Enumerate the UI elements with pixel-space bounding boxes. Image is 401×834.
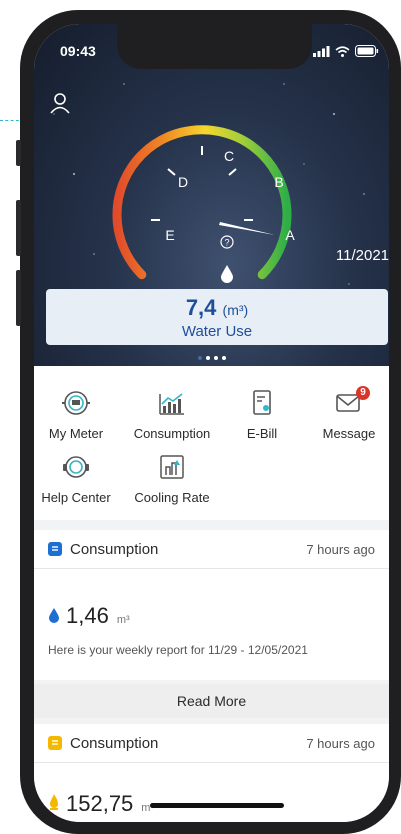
meter-icon bbox=[62, 391, 90, 415]
card-timestamp: 7 hours ago bbox=[306, 541, 375, 557]
message-count-badge: 9 bbox=[356, 386, 370, 400]
water-drop-icon bbox=[221, 265, 233, 283]
app-screen: 09:43 E D C B A ? 11/2021 7,4 (m³) Water… bbox=[34, 24, 389, 822]
phone-frame: 09:43 E D C B A ? 11/2021 7,4 (m³) Water… bbox=[16, 10, 401, 834]
menu-cooling-rate[interactable]: Cooling Rate bbox=[127, 452, 217, 505]
reading-value: 152,75 bbox=[66, 791, 134, 816]
menu-e-bill[interactable]: E-Bill bbox=[217, 388, 307, 441]
help-center-icon bbox=[63, 456, 89, 478]
menu-label: Help Center bbox=[41, 490, 111, 505]
user-profile-icon[interactable] bbox=[50, 92, 70, 114]
volume-up-button bbox=[16, 200, 21, 256]
card-title: Consumption bbox=[70, 540, 159, 558]
document-icon bbox=[48, 542, 62, 556]
menu-label: Cooling Rate bbox=[134, 490, 210, 505]
menu-label: Message bbox=[322, 426, 376, 441]
reading-value: 1,46 bbox=[66, 603, 109, 628]
water-gauge-hero: 09:43 E D C B A ? 11/2021 7,4 (m³) Water… bbox=[34, 24, 389, 366]
consumption-card-weekly[interactable]: Consumption 7 hours ago 1,46 m³ Here is … bbox=[34, 530, 389, 680]
signal-icon bbox=[313, 45, 330, 57]
status-icons bbox=[313, 45, 379, 57]
cooling-rate-icon bbox=[160, 455, 184, 479]
page-dot[interactable] bbox=[197, 356, 202, 360]
flame-icon bbox=[50, 794, 58, 810]
help-icon-symbol: ? bbox=[224, 238, 229, 248]
usage-unit: (m³) bbox=[222, 302, 249, 318]
usage-number: 7,4 bbox=[185, 295, 217, 320]
device-notch bbox=[117, 24, 312, 69]
page-indicator[interactable] bbox=[34, 353, 389, 360]
status-time: 09:43 bbox=[60, 43, 96, 59]
card-header: Consumption 7 hours ago bbox=[34, 724, 389, 763]
bill-icon bbox=[253, 390, 271, 415]
gauge-needle bbox=[219, 222, 275, 235]
page-dot[interactable] bbox=[221, 356, 226, 360]
menu-label: Consumption bbox=[133, 426, 211, 441]
page-dot[interactable] bbox=[213, 356, 218, 360]
grade-d-label: D bbox=[178, 174, 188, 190]
menu-message[interactable]: 9 Message bbox=[304, 386, 389, 441]
water-use-value: 7,4 (m³) bbox=[46, 295, 388, 321]
grade-b-label: B bbox=[274, 174, 283, 190]
grade-c-label: C bbox=[224, 148, 234, 164]
document-icon bbox=[48, 736, 62, 750]
card-reading: 1,46 m³ bbox=[34, 603, 389, 629]
card-title: Consumption bbox=[70, 734, 159, 752]
water-use-label: Water Use bbox=[181, 323, 253, 340]
volume-down-button bbox=[16, 270, 21, 326]
water-use-card[interactable]: 7,4 (m³) Water Use bbox=[46, 289, 388, 345]
grade-e-label: E bbox=[165, 227, 174, 243]
page-dot-active[interactable] bbox=[205, 356, 210, 360]
quick-menu: My Meter Consumption E-Bill 9 Message He… bbox=[34, 366, 389, 520]
consumption-chart-icon bbox=[159, 393, 184, 415]
weekly-report-text: Here is your weekly report for 11/29 - 1… bbox=[48, 643, 308, 657]
reading-unit: m³ bbox=[116, 614, 130, 626]
water-drop-icon bbox=[49, 608, 59, 623]
menu-my-meter[interactable]: My Meter bbox=[34, 388, 121, 441]
home-indicator[interactable] bbox=[150, 803, 284, 808]
gauge-ticks bbox=[151, 146, 253, 221]
card-timestamp: 7 hours ago bbox=[306, 735, 375, 751]
grade-a-label: A bbox=[285, 227, 295, 243]
menu-label: My Meter bbox=[48, 426, 104, 441]
card-header: Consumption 7 hours ago bbox=[34, 530, 389, 569]
water-rating-gauge: E D C B A ? bbox=[112, 125, 295, 283]
wifi-icon bbox=[335, 45, 350, 57]
read-more-button[interactable]: Read More bbox=[34, 684, 389, 718]
battery-icon bbox=[355, 45, 379, 57]
mute-switch bbox=[16, 140, 21, 166]
menu-consumption[interactable]: Consumption bbox=[127, 388, 217, 441]
menu-help-center[interactable]: Help Center bbox=[34, 452, 121, 505]
period-label: 11/2021 bbox=[335, 247, 389, 264]
menu-label: E-Bill bbox=[246, 426, 278, 441]
